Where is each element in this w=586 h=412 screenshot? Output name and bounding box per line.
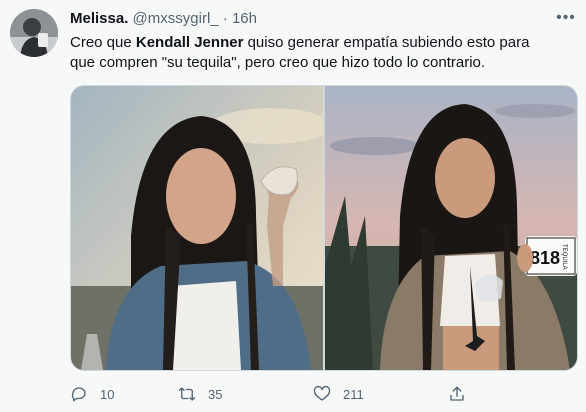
like-button[interactable]: 211: [313, 385, 448, 403]
retweet-icon: [178, 387, 196, 401]
timestamp[interactable]: 16h: [232, 10, 257, 27]
photo-left[interactable]: [71, 86, 323, 370]
avatar[interactable]: [10, 9, 58, 57]
retweet-count: 35: [208, 386, 223, 402]
retweet-button[interactable]: 35: [178, 385, 313, 403]
tweet-header: Melissa. @mxssygirl_ · 16h: [70, 10, 257, 27]
share-icon: [450, 386, 464, 401]
ellipsis-icon: •••: [556, 9, 576, 26]
photo-left-image: [71, 86, 323, 370]
handle[interactable]: @mxssygirl_: [133, 10, 219, 27]
tweet[interactable]: Melissa. @mxssygirl_ · 16h ••• Creo que …: [0, 0, 586, 412]
share-button[interactable]: [448, 385, 478, 403]
media-grid: 818 TEQUILA: [70, 85, 578, 371]
tweet-text: Creo que Kendall Jenner quiso generar em…: [70, 33, 530, 73]
like-count: 211: [343, 386, 364, 402]
tweet-text-bold: Kendall Jenner: [135, 34, 244, 51]
tweet-actions: 10 35 211: [70, 383, 490, 405]
reply-count: 10: [100, 386, 115, 402]
photo-right-image: 818 TEQUILA: [325, 86, 577, 370]
separator: ·: [222, 10, 228, 27]
bottle-label-text: TEQUILA: [561, 244, 567, 270]
tweet-text-start: Creo que: [70, 34, 136, 51]
more-options-button[interactable]: •••: [554, 6, 578, 30]
like-icon: [313, 385, 331, 401]
reply-button[interactable]: 10: [70, 385, 178, 403]
bottle-label-number: 818: [530, 248, 560, 268]
display-name[interactable]: Melissa.: [70, 10, 128, 27]
reply-icon: [71, 387, 86, 402]
photo-right[interactable]: 818 TEQUILA: [325, 86, 577, 370]
